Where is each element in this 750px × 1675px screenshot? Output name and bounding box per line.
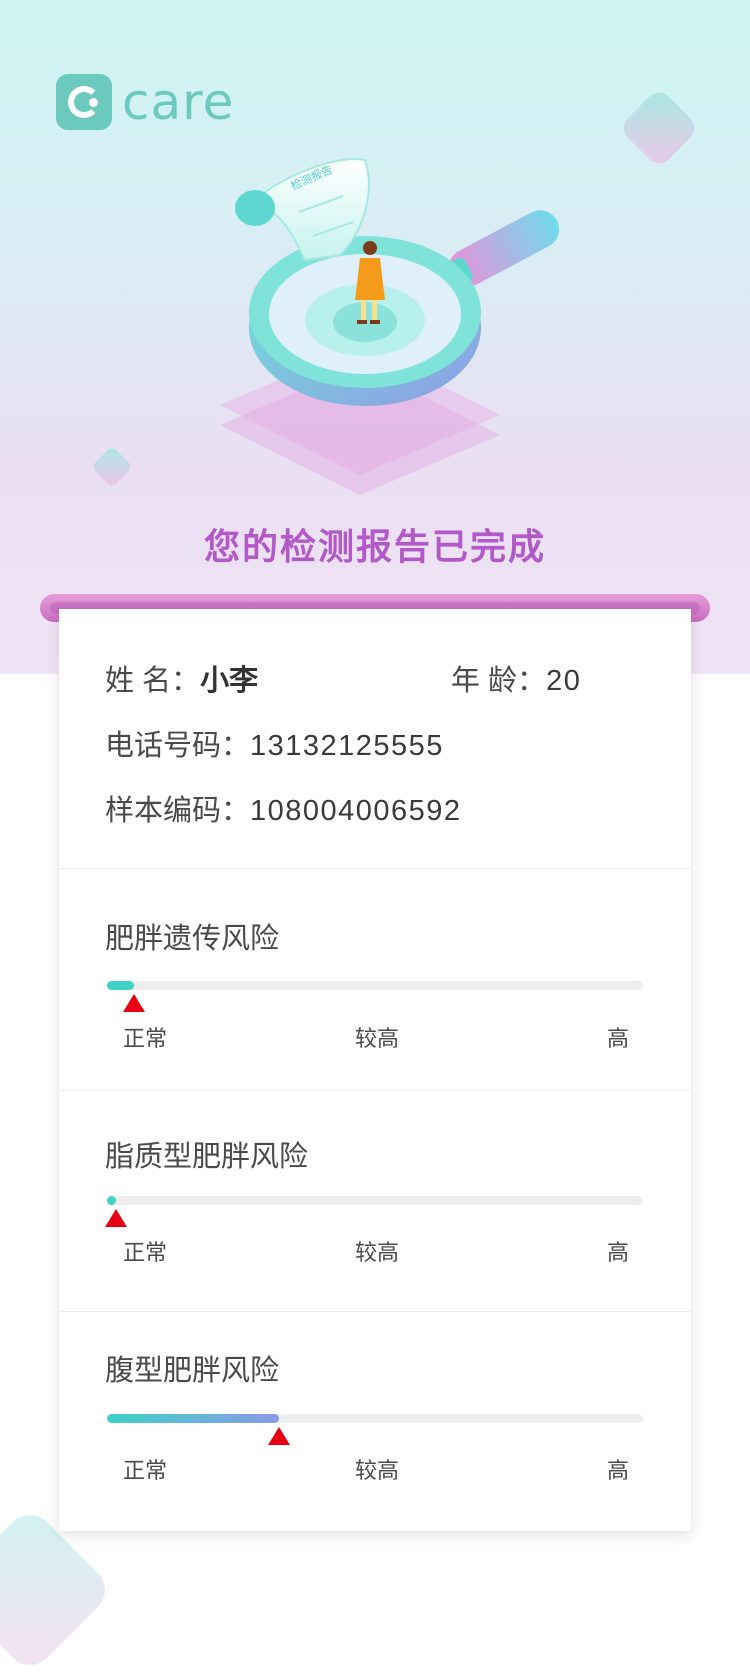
phone-row: 电话号码：13132125555 xyxy=(105,722,444,764)
divider xyxy=(59,1311,691,1312)
level-label-high: 高 xyxy=(607,1458,630,1483)
name-row: 姓 名：小李 xyxy=(105,657,258,699)
risk-level-fill xyxy=(107,1414,279,1423)
report-card: 姓 名：小李 年 龄：20 电话号码：13132125555 样本编码：1080… xyxy=(59,609,691,1531)
age-label: 年 龄： xyxy=(451,665,547,697)
divider xyxy=(59,1090,691,1091)
level-label-elevated: 较高 xyxy=(355,1026,400,1051)
sample-label: 样本编码： xyxy=(105,795,251,827)
logo-text: care xyxy=(122,73,235,131)
name-label: 姓 名： xyxy=(105,665,201,697)
age-value: 20 xyxy=(546,665,582,697)
app-logo: care xyxy=(56,74,234,130)
triangle-up-icon xyxy=(267,1427,290,1445)
level-label-high: 高 xyxy=(607,1240,630,1265)
level-label-normal: 正常 xyxy=(123,1458,168,1483)
level-label-high: 高 xyxy=(607,1026,630,1051)
risk-level-fill xyxy=(107,1196,116,1205)
care-logo-icon xyxy=(56,74,112,130)
risk-level-bar xyxy=(107,1196,643,1205)
risk-level-bar xyxy=(107,1414,643,1423)
name-value: 小李 xyxy=(200,665,259,697)
triangle-up-icon xyxy=(122,994,145,1012)
level-label-elevated: 较高 xyxy=(355,1240,400,1265)
risk-title: 肥胖遗传风险 xyxy=(105,923,280,955)
divider xyxy=(59,868,691,869)
sample-value: 108004006592 xyxy=(250,795,462,827)
risk-title: 脂质型肥胖风险 xyxy=(105,1141,309,1173)
risk-level-fill xyxy=(107,981,134,990)
risk-level-bar xyxy=(107,981,643,990)
risk-title: 腹型肥胖风险 xyxy=(105,1355,280,1387)
level-label-normal: 正常 xyxy=(123,1026,168,1051)
triangle-up-icon xyxy=(105,1209,127,1227)
level-label-normal: 正常 xyxy=(123,1240,168,1265)
phone-label: 电话号码： xyxy=(105,730,251,762)
level-label-elevated: 较高 xyxy=(355,1458,400,1483)
report-illustration: 检测报告 xyxy=(220,158,560,495)
phone-value: 13132125555 xyxy=(250,730,444,762)
sample-row: 样本编码：108004006592 xyxy=(105,787,462,829)
page-title: 您的检测报告已完成 xyxy=(203,526,546,567)
age-row: 年 龄：20 xyxy=(451,657,581,699)
